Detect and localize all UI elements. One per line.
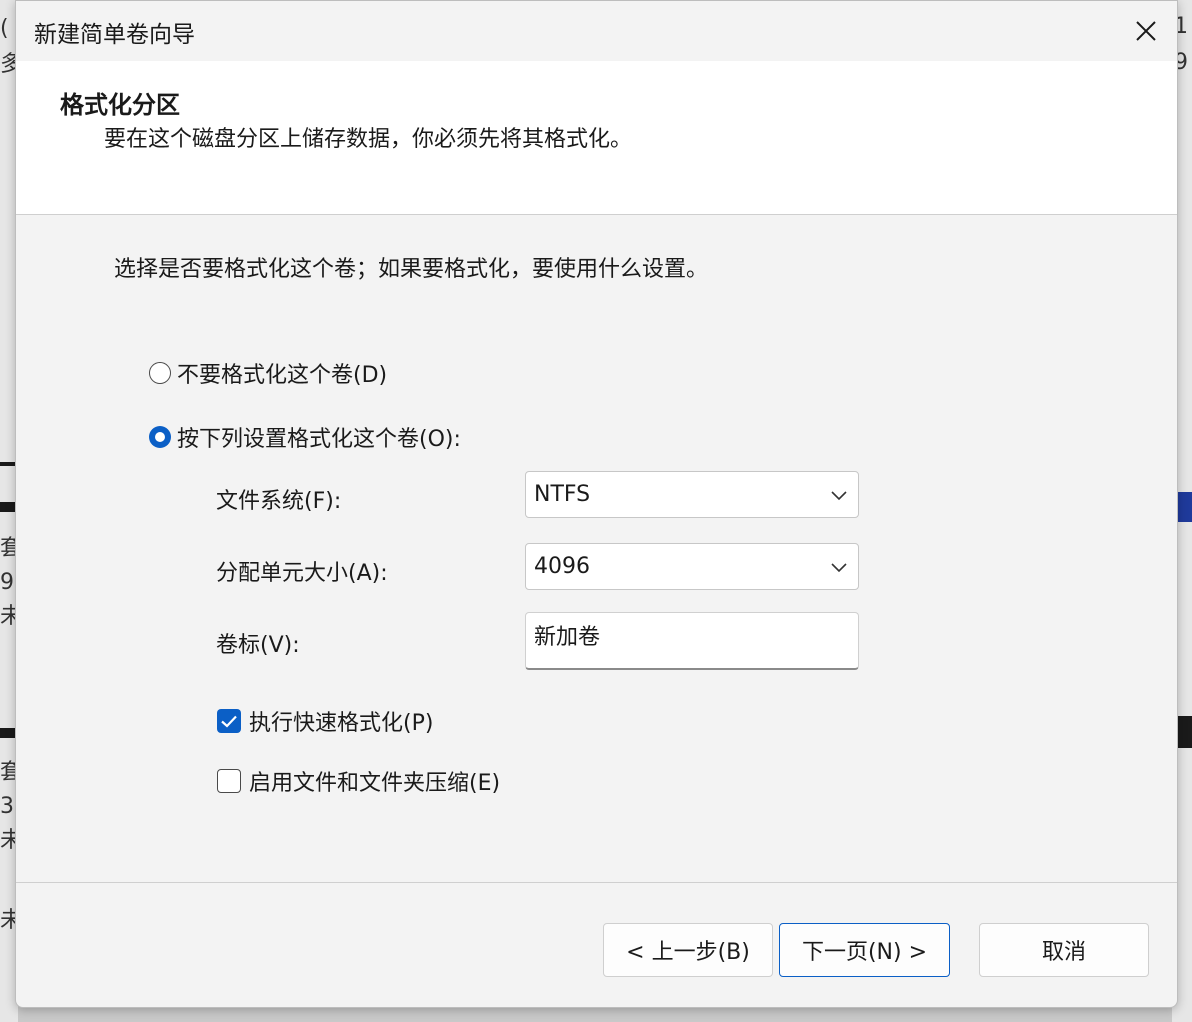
- filesystem-label: 文件系统(F):: [216, 489, 342, 514]
- close-icon: [1136, 21, 1156, 41]
- quick-format-label: 执行快速格式化(P): [249, 711, 434, 736]
- allocation-unit-label: 分配单元大小(A):: [216, 561, 388, 586]
- checkmark-icon: [221, 715, 237, 728]
- format-radio-option[interactable]: 按下列设置格式化这个卷(O):: [149, 421, 461, 453]
- title-bar: 新建简单卷向导: [16, 1, 1177, 61]
- instruction-text: 选择是否要格式化这个卷；如果要格式化，要使用什么设置。: [114, 257, 709, 282]
- filesystem-value: NTFS: [534, 482, 591, 507]
- wizard-header: 格式化分区 要在这个磁盘分区上储存数据，你必须先将其格式化。: [16, 61, 1177, 215]
- background-disk-bar: [0, 502, 16, 512]
- footer-divider: [16, 882, 1177, 883]
- filesystem-select[interactable]: NTFS: [525, 471, 859, 518]
- quick-format-option[interactable]: 执行快速格式化(P): [217, 705, 433, 737]
- radio-button-unchecked[interactable]: [149, 362, 171, 384]
- quick-format-checkbox[interactable]: [217, 709, 241, 733]
- chevron-down-icon: [831, 491, 847, 501]
- background-disk-bar: [1176, 716, 1192, 748]
- compression-option[interactable]: 启用文件和文件夹压缩(E): [217, 765, 500, 797]
- compression-checkbox[interactable]: [217, 769, 241, 793]
- no-format-label: 不要格式化这个卷(D): [177, 363, 388, 388]
- page-subtitle: 要在这个磁盘分区上储存数据，你必须先将其格式化。: [104, 127, 633, 152]
- chevron-down-icon: [831, 563, 847, 573]
- background-selected-bar: [1176, 492, 1192, 522]
- new-simple-volume-wizard-dialog: 新建简单卷向导 格式化分区 要在这个磁盘分区上储存数据，你必须先将其格式化。 选…: [15, 0, 1178, 1008]
- cancel-button[interactable]: 取消: [979, 923, 1149, 977]
- allocation-unit-value: 4096: [534, 554, 590, 579]
- allocation-unit-select[interactable]: 4096: [525, 543, 859, 590]
- page-title: 格式化分区: [60, 91, 180, 119]
- back-button[interactable]: < 上一步(B): [603, 923, 773, 977]
- window-title: 新建简单卷向导: [34, 22, 195, 48]
- close-button[interactable]: [1115, 1, 1177, 61]
- volume-label-label: 卷标(V):: [216, 633, 300, 658]
- compression-label: 启用文件和文件夹压缩(E): [249, 771, 501, 796]
- next-button[interactable]: 下一页(N) >: [779, 923, 950, 977]
- background-divider: [0, 462, 16, 466]
- volume-label-input[interactable]: 新加卷: [525, 612, 859, 670]
- format-label: 按下列设置格式化这个卷(O):: [177, 427, 461, 452]
- no-format-radio-option[interactable]: 不要格式化这个卷(D): [149, 357, 387, 389]
- background-disk-bar: [0, 728, 16, 738]
- radio-button-checked[interactable]: [149, 426, 171, 448]
